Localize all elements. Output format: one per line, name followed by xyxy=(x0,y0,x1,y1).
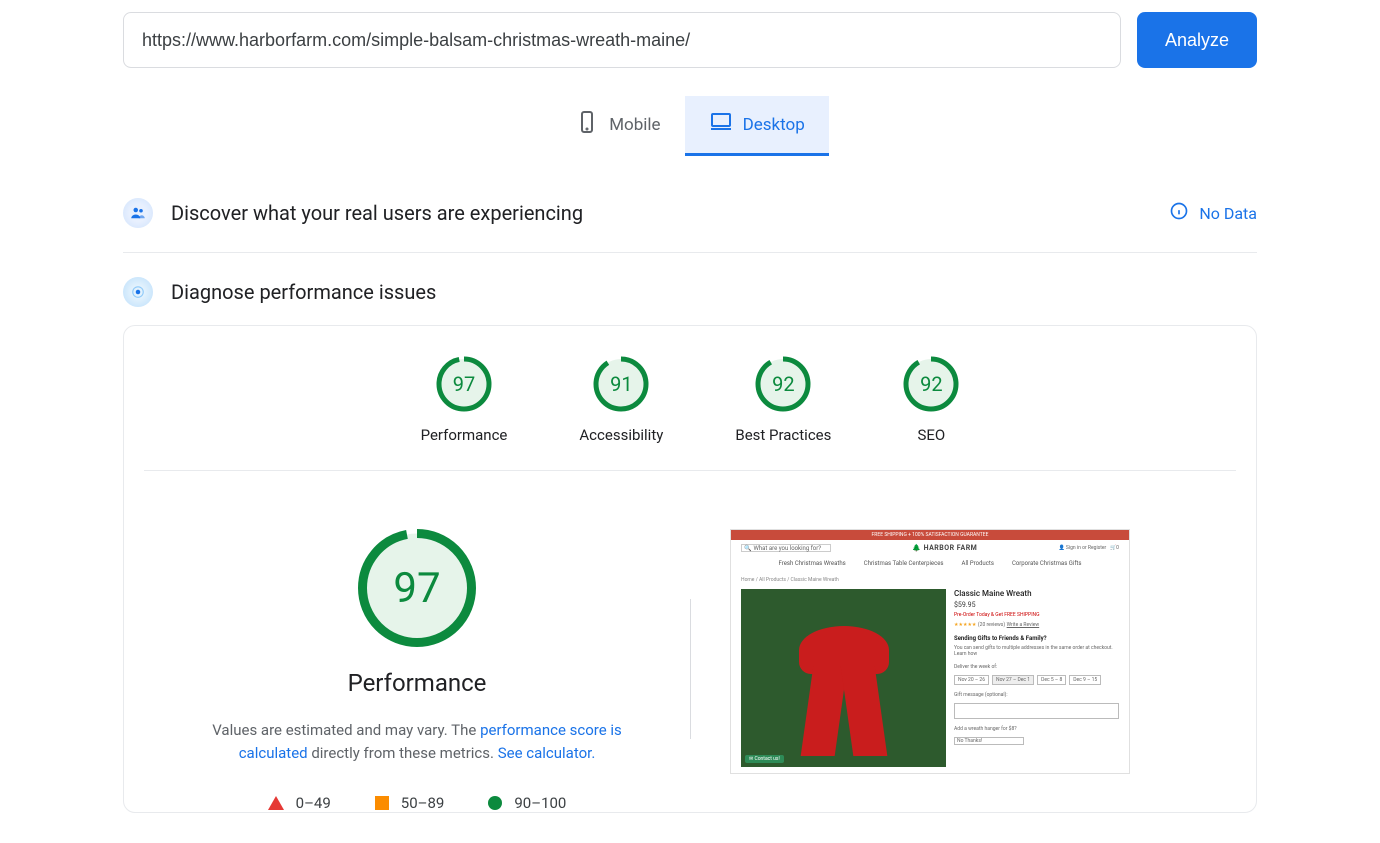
radar-icon xyxy=(123,277,153,307)
info-icon xyxy=(1169,201,1189,225)
page-screenshot-thumbnail: FREE SHIPPING + 100% SATISFACTION GUARAN… xyxy=(730,529,1130,774)
gauge-accessibility-label: Accessibility xyxy=(579,426,663,444)
legend-red: 0–49 xyxy=(268,794,331,812)
divider xyxy=(690,599,691,739)
gauge-best-practices-score: 92 xyxy=(755,356,811,412)
tab-desktop-label: Desktop xyxy=(743,115,805,135)
tab-mobile-label: Mobile xyxy=(609,115,660,135)
score-legend: 0–49 50–89 90–100 xyxy=(268,794,567,812)
diagnose-card: 97 Performance 91 Accessibility 92 Best … xyxy=(123,325,1257,813)
users-icon xyxy=(123,198,153,228)
gauge-seo[interactable]: 92 SEO xyxy=(903,356,959,444)
gauge-performance-label: Performance xyxy=(421,426,508,444)
discover-heading: Discover what your real users are experi… xyxy=(171,201,1169,225)
gauge-row: 97 Performance 91 Accessibility 92 Best … xyxy=(144,356,1236,471)
gauge-seo-label: SEO xyxy=(918,426,946,444)
gauge-performance[interactable]: 97 Performance xyxy=(421,356,508,444)
tab-mobile[interactable]: Mobile xyxy=(551,96,684,156)
legend-orange: 50–89 xyxy=(375,794,445,812)
performance-desc: Values are estimated and may vary. The p… xyxy=(182,719,652,766)
triangle-icon xyxy=(268,796,284,810)
thumb-search: 🔍What are you looking for? xyxy=(741,544,831,552)
big-gauge-score: 97 xyxy=(358,529,476,647)
gauge-seo-score: 92 xyxy=(903,356,959,412)
see-calculator-link[interactable]: See calculator. xyxy=(498,744,596,762)
square-icon xyxy=(375,796,389,810)
gauge-performance-score: 97 xyxy=(436,356,492,412)
big-gauge: 97 xyxy=(358,529,476,647)
thumb-nav: Fresh Christmas WreathsChristmas Table C… xyxy=(731,556,1129,575)
legend-green: 90–100 xyxy=(488,794,566,812)
mobile-icon xyxy=(575,110,599,139)
no-data-link[interactable]: No Data xyxy=(1169,201,1257,225)
desktop-icon xyxy=(709,110,733,139)
circle-icon xyxy=(488,796,502,810)
big-gauge-label: Performance xyxy=(348,669,487,697)
gauge-accessibility[interactable]: 91 Accessibility xyxy=(579,356,663,444)
gauge-best-practices-label: Best Practices xyxy=(735,426,831,444)
thumb-logo: 🌲 HARBOR FARM xyxy=(912,544,977,552)
thumb-breadcrumb: Home / All Products / Classic Maine Wrea… xyxy=(731,575,1129,589)
analyze-button[interactable]: Analyze xyxy=(1137,12,1257,68)
thumb-chat-badge: ✉ Contact us! xyxy=(745,755,784,763)
diagnose-heading: Diagnose performance issues xyxy=(171,280,1257,304)
gauge-best-practices[interactable]: 92 Best Practices xyxy=(735,356,831,444)
thumb-product-image: ✉ Contact us! xyxy=(741,589,946,767)
gauge-accessibility-score: 91 xyxy=(593,356,649,412)
no-data-label: No Data xyxy=(1199,204,1257,223)
thumb-product-info: Classic Maine Wreath $59.95 Pre-Order To… xyxy=(954,589,1119,767)
tab-desktop[interactable]: Desktop xyxy=(685,96,829,156)
thumb-account: 👤 Sign in or Register 🛒0 xyxy=(1058,545,1119,551)
url-input[interactable] xyxy=(123,12,1121,68)
